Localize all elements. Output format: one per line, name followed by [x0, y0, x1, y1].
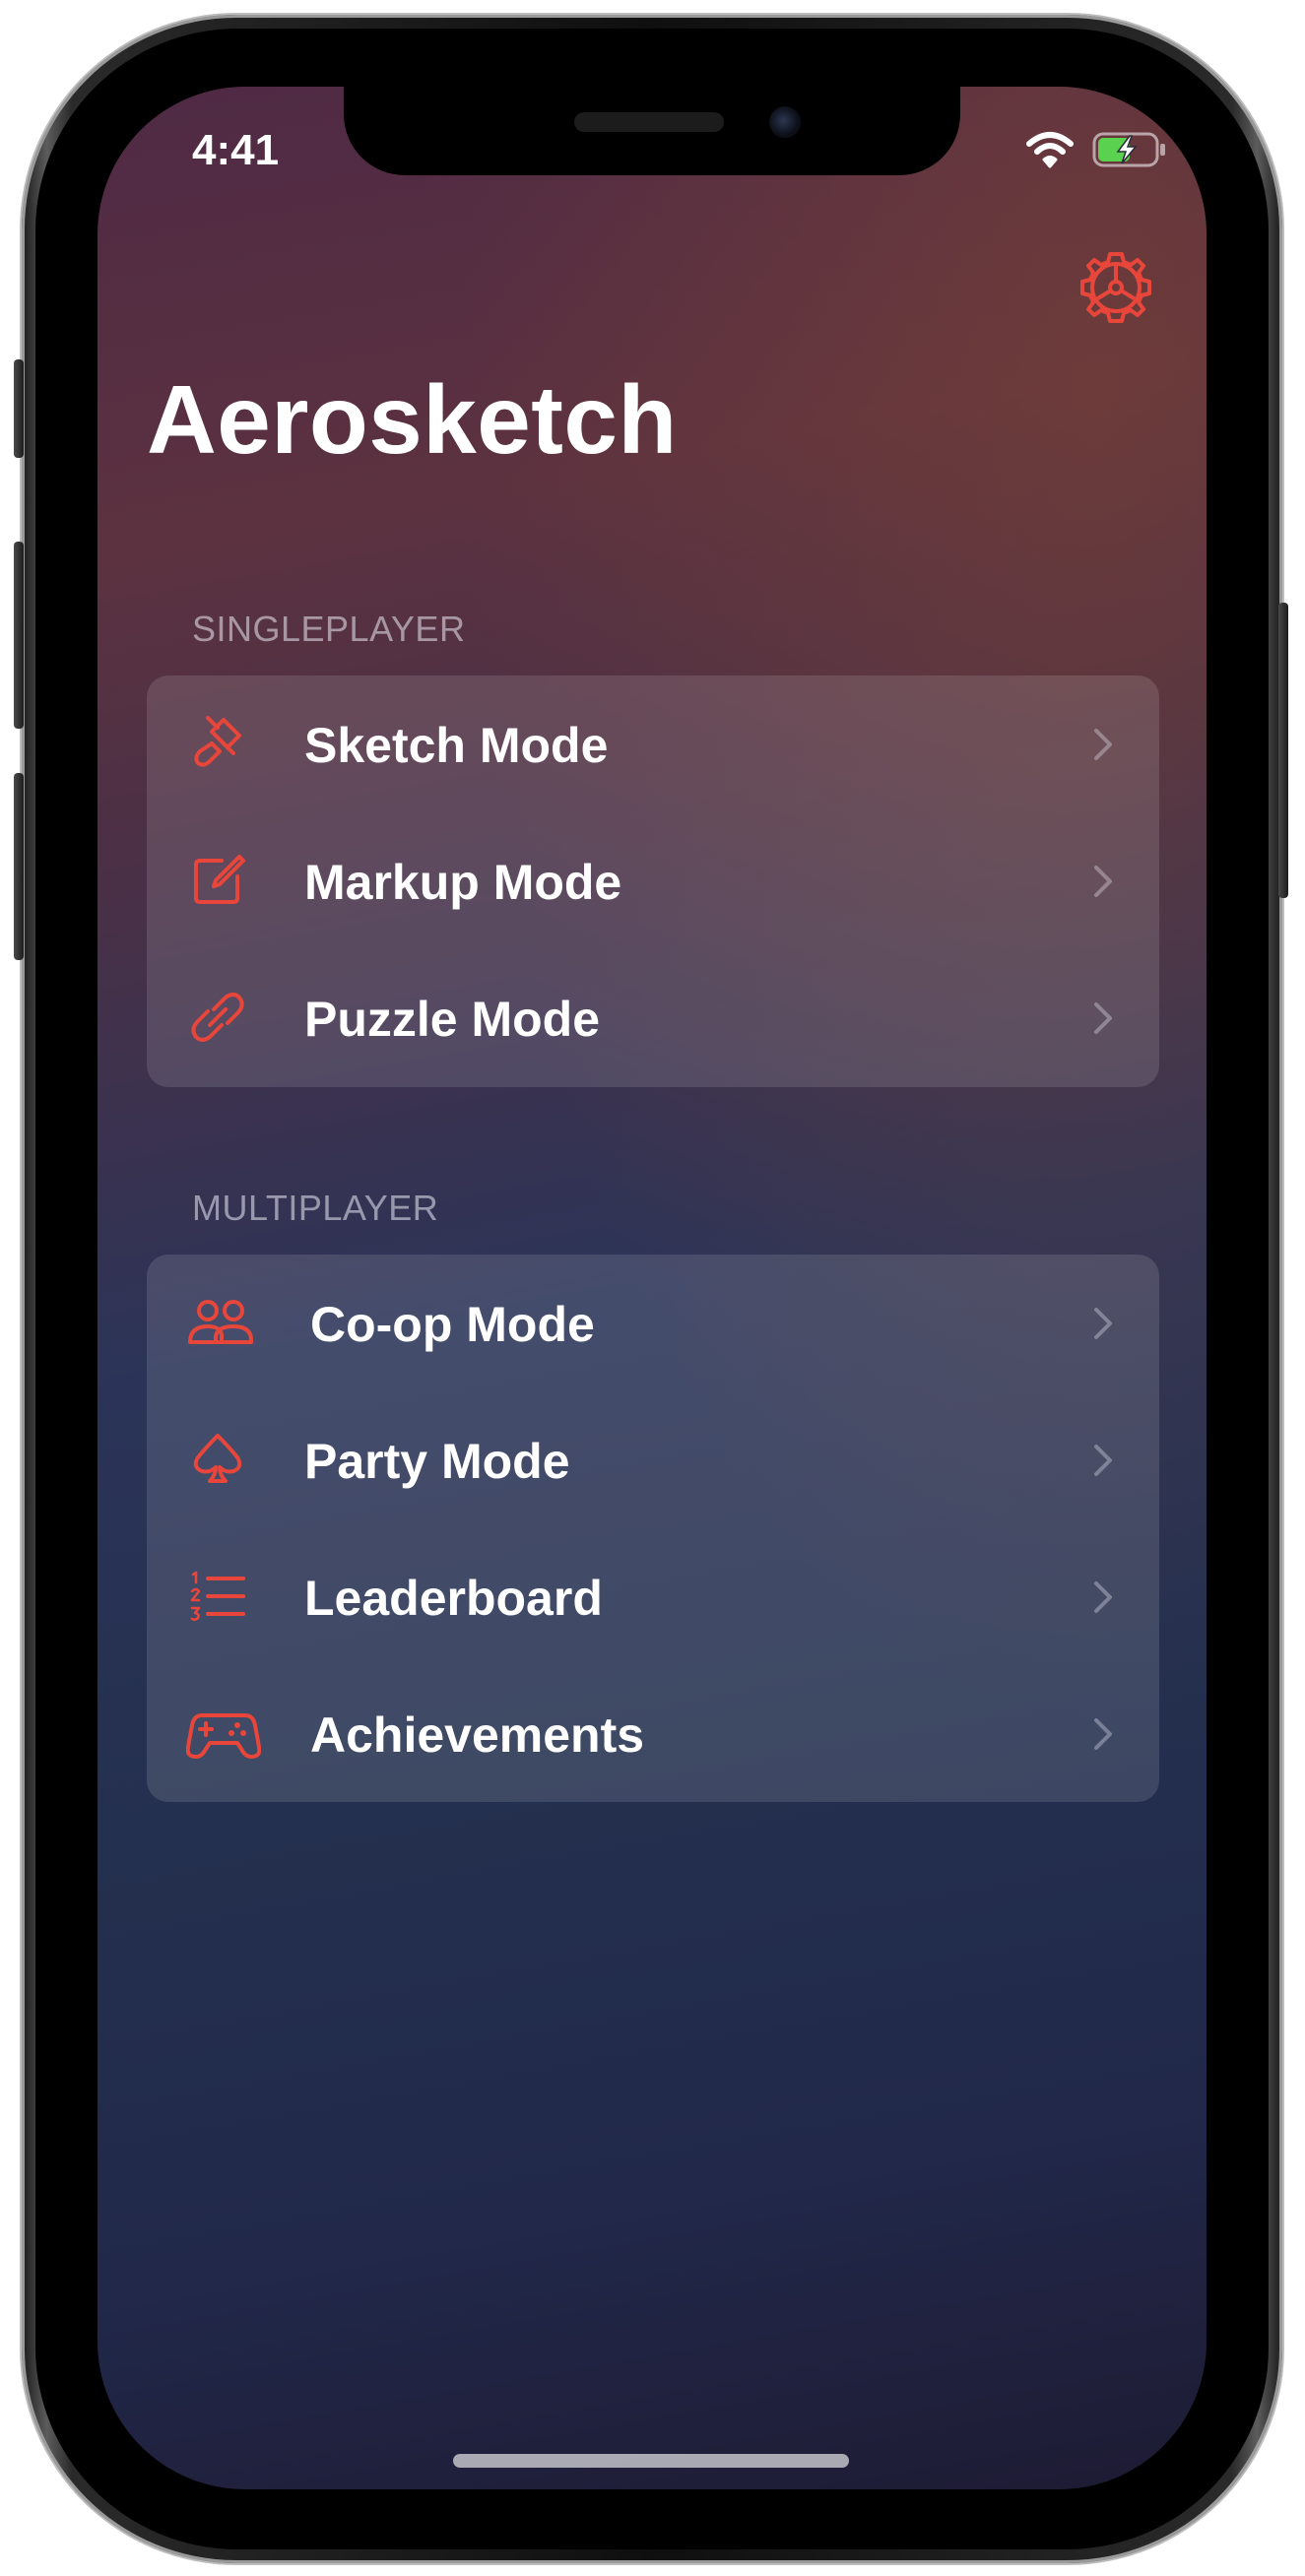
chevron-right-icon: [1094, 1002, 1112, 1034]
menu-row-party-mode[interactable]: Party Mode: [147, 1391, 1159, 1527]
menu-row-co-op-mode[interactable]: Co-op Mode: [147, 1255, 1159, 1390]
chevron-right-icon: [1094, 866, 1112, 897]
menu-row-sketch-mode[interactable]: Sketch Mode: [147, 676, 1159, 811]
menu-row-puzzle-mode[interactable]: Puzzle Mode: [147, 949, 1159, 1085]
menu-row-leaderboard[interactable]: Leaderboard: [147, 1528, 1159, 1664]
paintbrush-icon: [194, 716, 241, 767]
game-controller-icon: [186, 1713, 261, 1759]
front-camera: [769, 106, 801, 138]
wifi-icon: [1026, 132, 1074, 168]
volume-down-button: [14, 773, 24, 960]
earpiece-speaker: [574, 112, 724, 132]
section-header-singleplayer: SINGLEPLAYER: [192, 609, 466, 649]
menu-row-markup-mode[interactable]: Markup Mode: [147, 812, 1159, 948]
power-button: [1278, 603, 1288, 898]
spade-icon: [193, 1434, 242, 1483]
status-time: 4:41: [192, 126, 280, 174]
settings-button[interactable]: [1078, 250, 1153, 325]
numbered-list-icon: [190, 1571, 245, 1622]
people-icon: [188, 1300, 253, 1344]
menu-row-label: Co-op Mode: [310, 1297, 595, 1352]
menu-row-label: Party Mode: [304, 1434, 570, 1489]
menu-row-achievements[interactable]: Achievements: [147, 1665, 1159, 1801]
page-title: Aerosketch: [147, 365, 678, 474]
menu-row-label: Sketch Mode: [304, 718, 609, 773]
home-indicator[interactable]: [453, 2454, 849, 2468]
menu-row-label: Leaderboard: [304, 1571, 603, 1626]
gear-icon: [1080, 252, 1151, 323]
chevron-right-icon: [1094, 1581, 1112, 1613]
chevron-right-icon: [1094, 1718, 1112, 1750]
chevron-right-icon: [1094, 1445, 1112, 1476]
volume-up-button: [14, 542, 24, 729]
chevron-right-icon: [1094, 1308, 1112, 1339]
app-screen: 4:41 Aerosketch SINGLEPLAYER Sketch Mode…: [98, 87, 1207, 2489]
square-pencil-icon: [194, 855, 245, 904]
mute-switch: [14, 359, 24, 458]
singleplayer-group: Sketch Mode Markup Mode Puzzle Mode: [147, 676, 1159, 1087]
menu-row-label: Puzzle Mode: [304, 992, 601, 1047]
notch: [344, 87, 960, 175]
multiplayer-group: Co-op Mode Party Mode Leaderboard Achiev…: [147, 1255, 1159, 1802]
status-icons: [1025, 128, 1173, 171]
battery-charging-icon: [1092, 132, 1165, 167]
chevron-right-icon: [1094, 729, 1112, 760]
section-header-multiplayer: MULTIPLAYER: [192, 1188, 439, 1228]
menu-row-label: Achievements: [310, 1707, 645, 1763]
menu-row-label: Markup Mode: [304, 855, 622, 910]
link-icon: [191, 993, 244, 1042]
